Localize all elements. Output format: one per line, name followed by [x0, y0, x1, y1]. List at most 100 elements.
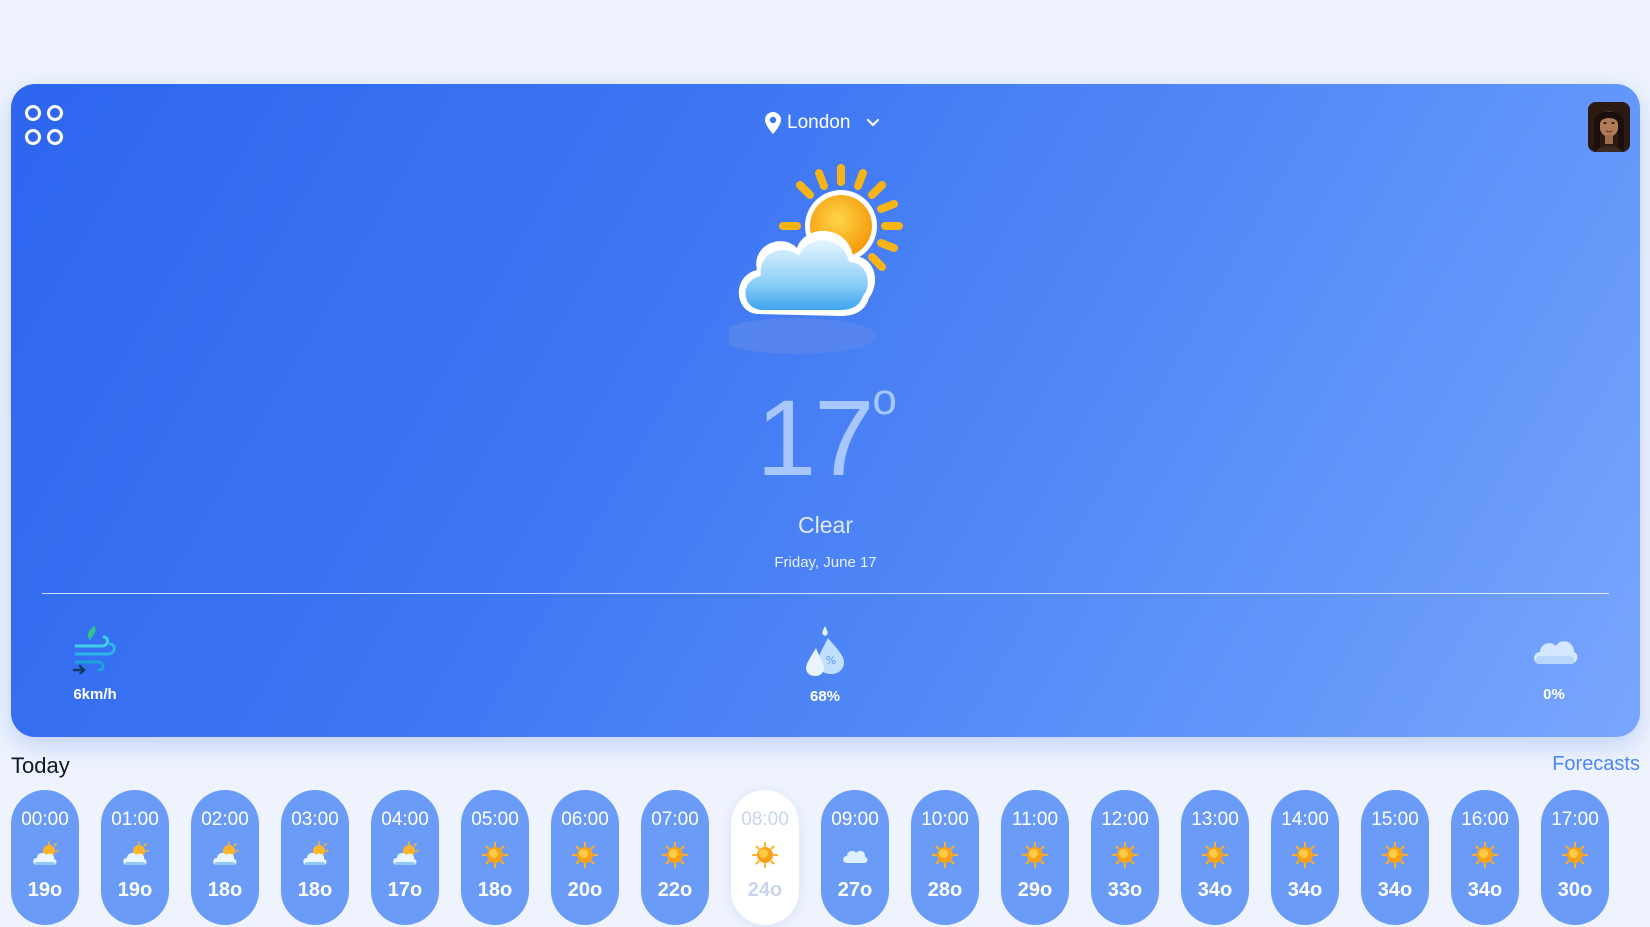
hour-temperature: 19o — [117, 879, 153, 901]
hour-time: 10:00 — [921, 809, 969, 830]
hour-temperature: 18o — [477, 879, 513, 901]
hour-card[interactable]: 16:00 34o — [1451, 790, 1519, 925]
humidity-stat: % 68% — [775, 624, 875, 705]
cloud-icon — [841, 841, 869, 869]
hour-time: 01:00 — [111, 809, 159, 830]
cloud-icon — [1534, 641, 1578, 664]
hourly-forecast-list: 00:00 19o 01:00 19o 02:00 18o 03:00 18o 04:00 17o… — [11, 790, 1609, 925]
hour-time: 06:00 — [561, 809, 609, 830]
current-temperature: 17o — [11, 378, 1640, 492]
weather-condition: Clear — [798, 512, 853, 538]
hour-temperature: 28o — [927, 879, 963, 901]
location-pin-icon — [765, 112, 781, 134]
hour-time: 13:00 — [1191, 809, 1239, 830]
partly-cloudy-sun-icon — [31, 841, 59, 869]
divider — [42, 593, 1609, 594]
weather-card: London 17o Clear Friday, June 17 6km/h %… — [11, 84, 1640, 737]
hour-card[interactable]: 10:00 28o — [911, 790, 979, 925]
chevron-down-icon — [867, 118, 880, 127]
hour-temperature: 19o — [27, 879, 63, 901]
hour-card[interactable]: 02:00 18o — [191, 790, 259, 925]
svg-text:%: % — [826, 654, 836, 667]
hour-card[interactable]: 13:00 34o — [1181, 790, 1249, 925]
hour-temperature: 22o — [657, 879, 693, 901]
menu-dot — [25, 128, 41, 145]
menu-dot — [25, 105, 41, 121]
hour-card[interactable]: 05:00 18o — [461, 790, 529, 925]
forecasts-link[interactable]: Forecasts — [1552, 753, 1640, 776]
menu-grid-icon[interactable] — [25, 105, 63, 147]
hour-card[interactable]: 06:00 20o — [551, 790, 619, 925]
wind-icon — [72, 626, 116, 674]
hour-time: 14:00 — [1281, 809, 1329, 830]
hour-time: 16:00 — [1461, 809, 1509, 830]
sun-icon — [1561, 841, 1589, 869]
location-selector[interactable]: London — [765, 112, 882, 134]
partly-cloudy-sun-icon — [211, 841, 239, 869]
sun-icon — [1291, 841, 1319, 869]
cloud-value: 0% — [1543, 686, 1565, 703]
hour-time: 17:00 — [1551, 809, 1599, 830]
hour-card[interactable]: 14:00 34o — [1271, 790, 1339, 925]
sun-icon — [1381, 841, 1409, 869]
partly-cloudy-sun-icon — [301, 841, 329, 869]
humidity-icon: % — [806, 626, 844, 676]
hour-time: 08:00 — [741, 809, 789, 830]
partly-cloudy-sun-icon — [729, 164, 903, 354]
sun-icon — [481, 841, 509, 869]
sun-icon — [1201, 841, 1229, 869]
location-name: London — [787, 112, 851, 133]
user-avatar[interactable] — [1588, 102, 1630, 152]
hour-temperature: 29o — [1017, 879, 1053, 901]
hour-card[interactable]: 09:00 27o — [821, 790, 889, 925]
hour-time: 15:00 — [1371, 809, 1419, 830]
hour-card[interactable]: 15:00 34o — [1361, 790, 1429, 925]
today-heading: Today — [11, 753, 70, 778]
hour-card[interactable]: 17:00 30o — [1541, 790, 1609, 925]
hour-card[interactable]: 03:00 18o — [281, 790, 349, 925]
sun-icon — [1021, 841, 1049, 869]
hour-temperature: 27o — [837, 879, 873, 901]
wind-value: 6km/h — [73, 686, 117, 703]
hour-temperature: 34o — [1377, 879, 1413, 901]
hour-time: 07:00 — [651, 809, 699, 830]
hour-temperature: 20o — [567, 879, 603, 901]
sun-icon — [661, 841, 689, 869]
sun-icon — [751, 841, 779, 869]
hour-temperature: 34o — [1197, 879, 1233, 901]
cloud-stat: 0% — [1504, 624, 1604, 703]
hour-card[interactable]: 00:00 19o — [11, 790, 79, 925]
hour-card[interactable]: 08:00 24o — [731, 790, 799, 925]
degree-symbol: o — [872, 375, 897, 424]
hour-temperature: 33o — [1107, 879, 1143, 901]
menu-dot — [46, 105, 63, 121]
wind-stat: 6km/h — [45, 624, 145, 703]
hour-card[interactable]: 11:00 29o — [1001, 790, 1069, 925]
sun-icon — [931, 841, 959, 869]
hour-card[interactable]: 04:00 17o — [371, 790, 439, 925]
hour-time: 05:00 — [471, 809, 519, 830]
hour-time: 09:00 — [831, 809, 879, 830]
sun-icon — [1111, 841, 1139, 869]
hour-temperature: 18o — [297, 879, 333, 901]
hour-temperature: 34o — [1467, 879, 1503, 901]
hour-card[interactable]: 01:00 19o — [101, 790, 169, 925]
partly-cloudy-sun-icon — [121, 841, 149, 869]
current-date: Friday, June 17 — [774, 554, 877, 571]
hour-time: 11:00 — [1011, 809, 1059, 830]
menu-dot — [46, 128, 63, 145]
hour-temperature: 34o — [1287, 879, 1323, 901]
hour-time: 02:00 — [201, 809, 249, 830]
hour-card[interactable]: 07:00 22o — [641, 790, 709, 925]
hour-temperature: 17o — [387, 879, 423, 901]
humidity-value: 68% — [809, 688, 841, 705]
hour-time: 00:00 — [21, 809, 69, 830]
temperature-value: 17 — [756, 377, 874, 498]
hour-time: 03:00 — [291, 809, 339, 830]
hour-time: 12:00 — [1101, 809, 1149, 830]
sun-icon — [1471, 841, 1499, 869]
hour-card[interactable]: 12:00 33o — [1091, 790, 1159, 925]
hour-temperature: 24o — [747, 879, 783, 901]
partly-cloudy-sun-icon — [391, 841, 419, 869]
hour-temperature: 30o — [1557, 879, 1593, 901]
